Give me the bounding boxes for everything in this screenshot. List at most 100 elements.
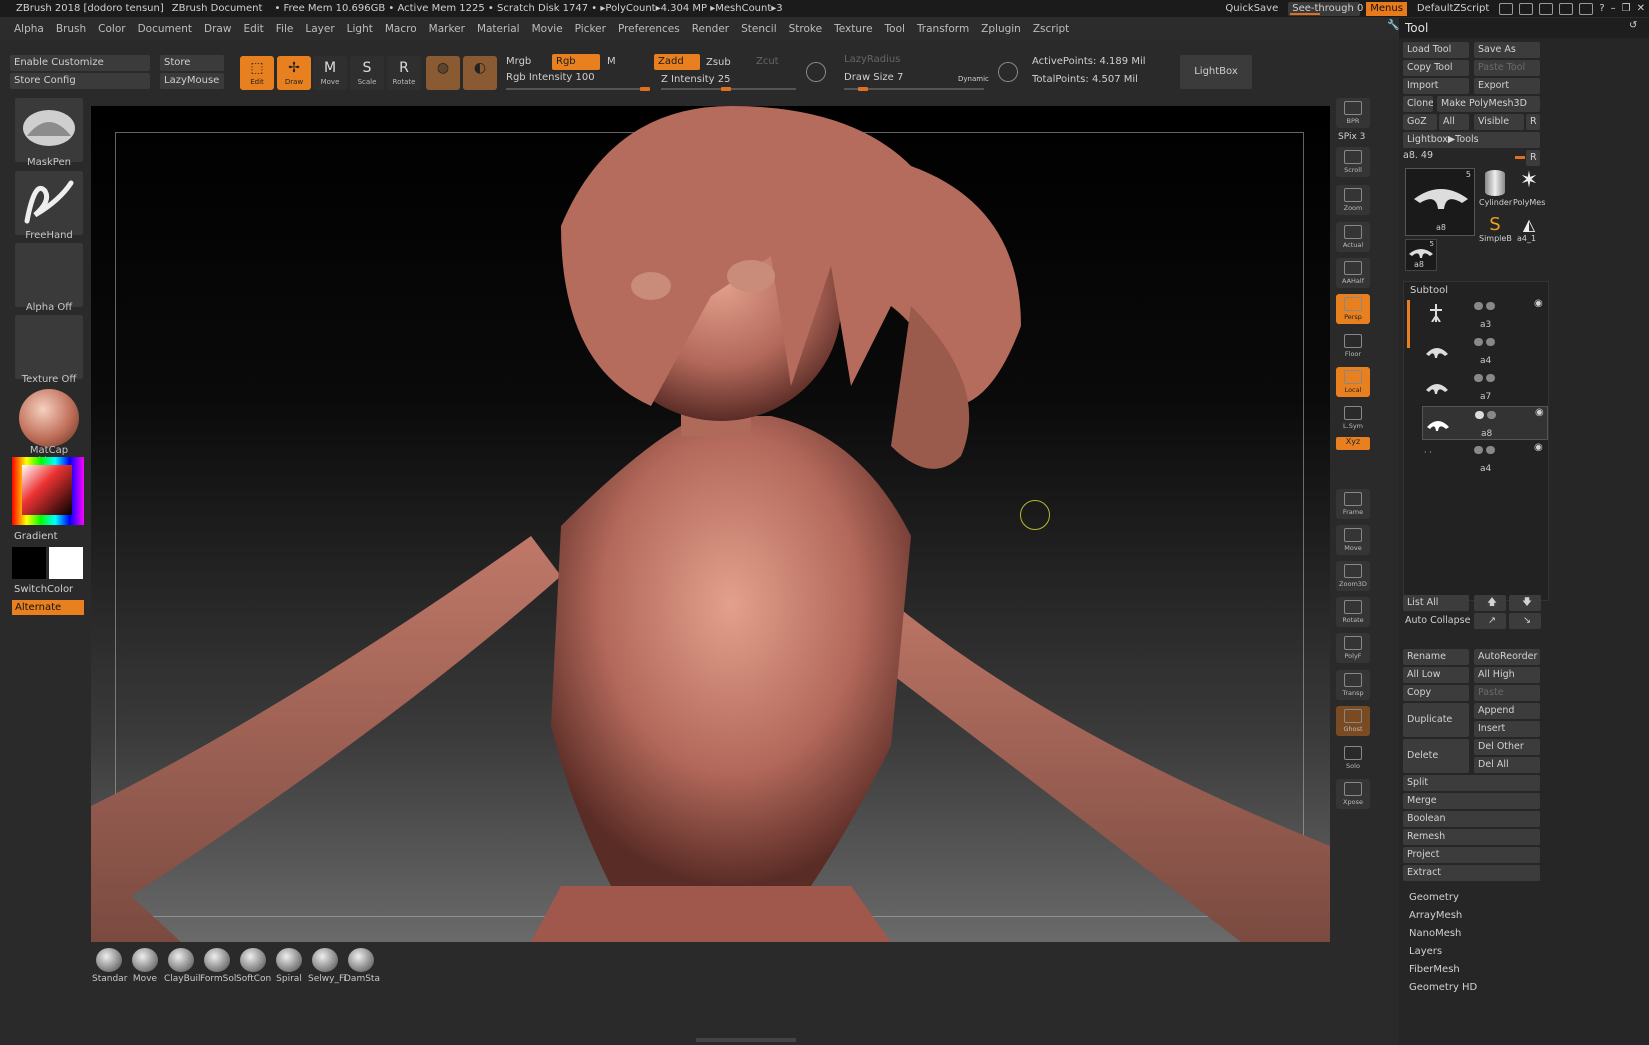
all-high-button[interactable]: All High bbox=[1474, 667, 1540, 683]
subtool-row-a4-2[interactable]: · · ◉ a4 bbox=[1422, 442, 1548, 476]
scroll-button[interactable]: Scroll bbox=[1336, 147, 1370, 177]
menu-preferences[interactable]: Preferences bbox=[618, 23, 680, 35]
del-other-button[interactable]: Del Other bbox=[1474, 739, 1540, 755]
merge-button[interactable]: Merge bbox=[1403, 793, 1540, 809]
menus-toggle[interactable]: Menus bbox=[1366, 1, 1407, 16]
paste-tool-button[interactable]: Paste Tool bbox=[1474, 60, 1540, 76]
brush-standard[interactable]: Standar bbox=[92, 945, 127, 984]
menu-render[interactable]: Render bbox=[692, 23, 729, 35]
material-thumbnail[interactable] bbox=[15, 387, 83, 451]
load-tool-button[interactable]: Load Tool bbox=[1403, 42, 1469, 58]
texture-swatch-button[interactable]: ◐ bbox=[463, 56, 497, 90]
eye-icon[interactable]: ◉ bbox=[1534, 442, 1543, 453]
gradient-label[interactable]: Gradient bbox=[14, 531, 58, 542]
insert-button[interactable]: Insert bbox=[1474, 721, 1540, 737]
geometry-hd-section[interactable]: Geometry HD bbox=[1409, 982, 1477, 993]
polypaint-toggle[interactable] bbox=[1487, 411, 1496, 419]
menu-brush[interactable]: Brush bbox=[56, 23, 86, 35]
bpr-button[interactable]: BPR bbox=[1336, 98, 1370, 128]
duplicate-button[interactable]: Duplicate bbox=[1403, 703, 1469, 737]
polypaint-toggle[interactable] bbox=[1486, 302, 1495, 310]
menu-edit[interactable]: Edit bbox=[243, 23, 263, 35]
visibility-toggle[interactable] bbox=[1474, 338, 1483, 346]
save-as-button[interactable]: Save As bbox=[1474, 42, 1540, 58]
texture-thumbnail[interactable] bbox=[15, 315, 83, 379]
subtool-row-a3[interactable]: ◉ a3 bbox=[1422, 298, 1548, 332]
canvas-viewport[interactable] bbox=[91, 106, 1330, 942]
tool-thumb-a4-1[interactable]: ◭ a4_1 bbox=[1513, 216, 1545, 246]
tool-panel-header[interactable]: 🔧 Tool ↺ bbox=[1387, 18, 1649, 38]
color-square[interactable] bbox=[22, 465, 72, 515]
mrgb-button[interactable]: Mrgb bbox=[506, 56, 531, 67]
ghost-button[interactable]: Ghost bbox=[1336, 706, 1370, 736]
arrow-up-right-button[interactable]: ↗ bbox=[1474, 613, 1506, 629]
solo-button[interactable]: Solo bbox=[1336, 743, 1370, 773]
menu-picker[interactable]: Picker bbox=[575, 23, 606, 35]
subtool-scroll-indicator[interactable] bbox=[1407, 300, 1410, 348]
tool-thumb-polymesh[interactable]: ✶ PolyMes bbox=[1513, 168, 1545, 214]
menu-marker[interactable]: Marker bbox=[429, 23, 465, 35]
zoom-button[interactable]: Zoom bbox=[1336, 185, 1370, 215]
tool-thumb-cylinder[interactable]: Cylinder bbox=[1479, 168, 1512, 214]
menu-zplugin[interactable]: Zplugin bbox=[981, 23, 1021, 35]
menu-light[interactable]: Light bbox=[347, 23, 373, 35]
reset-icon[interactable]: ↺ bbox=[1629, 20, 1637, 31]
dynamic-toggle[interactable]: Dynamic bbox=[958, 75, 989, 83]
focal-shift-icon[interactable] bbox=[806, 62, 826, 82]
alternate-button[interactable]: Alternate bbox=[12, 600, 84, 615]
move-button[interactable]: M Move bbox=[313, 56, 347, 90]
menu-color[interactable]: Color bbox=[98, 23, 125, 35]
local-button[interactable]: Local bbox=[1336, 367, 1370, 397]
remesh-button[interactable]: Remesh bbox=[1403, 829, 1540, 845]
visibility-toggle[interactable] bbox=[1474, 446, 1483, 454]
xyz-button[interactable]: Xyz bbox=[1336, 437, 1370, 450]
nanomesh-section[interactable]: NanoMesh bbox=[1409, 928, 1461, 939]
m-button[interactable]: M bbox=[607, 56, 616, 67]
menu-file[interactable]: File bbox=[276, 23, 294, 35]
tool-thumb-a8-small[interactable]: 5 a8 bbox=[1405, 239, 1437, 271]
rgb-dynamic-icon[interactable] bbox=[998, 62, 1018, 82]
transp-button[interactable]: Transp bbox=[1336, 670, 1370, 700]
tool-thumb-a8[interactable]: 5 a8 bbox=[1405, 168, 1475, 236]
help-icon[interactable]: ? bbox=[1599, 3, 1604, 14]
rotate-button[interactable]: R Rotate bbox=[387, 56, 421, 90]
zsub-button[interactable]: Zsub bbox=[706, 57, 731, 68]
rgb-button[interactable]: Rgb bbox=[552, 54, 600, 70]
menu-zscript[interactable]: Zscript bbox=[1033, 23, 1069, 35]
lazymouse-button[interactable]: LazyMouse bbox=[160, 73, 224, 89]
arraymesh-section[interactable]: ArrayMesh bbox=[1409, 910, 1462, 921]
brush-claybuildup[interactable]: ClayBuil bbox=[164, 945, 201, 984]
tool-r-button[interactable]: R bbox=[1526, 150, 1540, 166]
restore-icon[interactable]: ❐ bbox=[1622, 3, 1631, 14]
visibility-toggle[interactable] bbox=[1474, 374, 1483, 382]
tool-thumb-simpleb[interactable]: S SimpleB bbox=[1479, 216, 1512, 246]
brush-spiral[interactable]: Spiral bbox=[272, 945, 306, 984]
append-button[interactable]: Append bbox=[1474, 703, 1540, 719]
switchcolor-button[interactable]: SwitchColor bbox=[14, 584, 73, 595]
polypaint-toggle[interactable] bbox=[1486, 374, 1495, 382]
goz-visible-button[interactable]: Visible bbox=[1474, 114, 1524, 130]
fibermesh-section[interactable]: FiberMesh bbox=[1409, 964, 1460, 975]
aahalf-button[interactable]: AAHalf bbox=[1336, 258, 1370, 288]
persp-button[interactable]: Persp bbox=[1336, 294, 1370, 324]
material-swatch-button[interactable]: ◍ bbox=[426, 56, 460, 90]
menu-draw[interactable]: Draw bbox=[204, 23, 231, 35]
rename-button[interactable]: Rename bbox=[1403, 649, 1469, 665]
goz-button[interactable]: GoZ bbox=[1403, 114, 1437, 130]
actual-button[interactable]: Actual bbox=[1336, 222, 1370, 252]
menu-layer[interactable]: Layer bbox=[305, 23, 334, 35]
arrow-down-right-button[interactable]: ↘ bbox=[1509, 613, 1541, 629]
list-all-button[interactable]: List All bbox=[1403, 595, 1469, 611]
brush-damstandard[interactable]: DamSta bbox=[344, 945, 380, 984]
make-polymesh-button[interactable]: Make PolyMesh3D bbox=[1437, 96, 1540, 112]
geometry-section[interactable]: Geometry bbox=[1409, 892, 1459, 903]
delete-button[interactable]: Delete bbox=[1403, 739, 1469, 773]
xpose-button[interactable]: Xpose bbox=[1336, 779, 1370, 809]
brush-move[interactable]: Move bbox=[128, 945, 162, 984]
subtool-row-a7[interactable]: a7 bbox=[1422, 370, 1548, 404]
lightbox-button[interactable]: LightBox bbox=[1180, 55, 1252, 89]
split-button[interactable]: Split bbox=[1403, 775, 1540, 791]
zadd-button[interactable]: Zadd bbox=[654, 54, 700, 70]
move-view-button[interactable]: Move bbox=[1336, 525, 1370, 555]
auto-collapse-toggle[interactable]: Auto Collapse bbox=[1405, 615, 1470, 626]
